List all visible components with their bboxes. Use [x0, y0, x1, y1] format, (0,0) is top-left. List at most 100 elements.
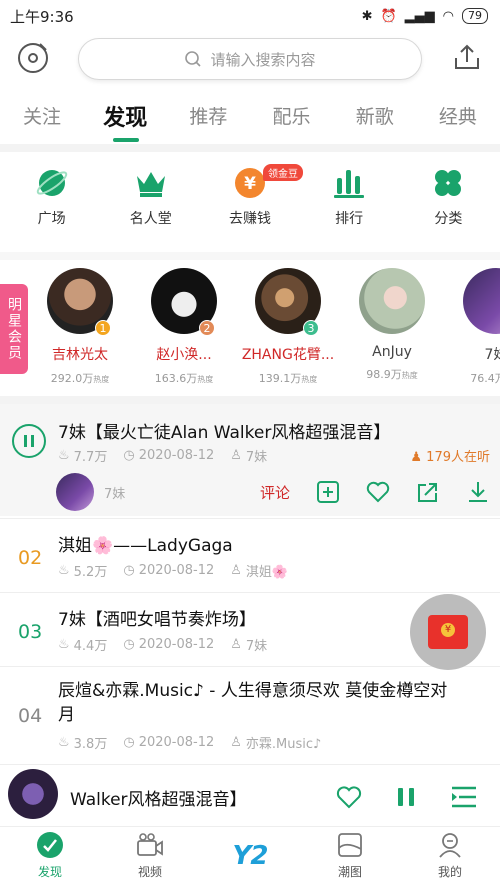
- upload-icon[interactable]: [452, 42, 482, 72]
- avatar: [359, 268, 425, 334]
- bar-chart-icon: [334, 170, 365, 198]
- star-members-row: 明星会员 1 吉林光太 292.0万热度 2 赵小涣... 163.6万热度 3…: [0, 262, 500, 394]
- disc-icon[interactable]: [16, 40, 50, 74]
- star-card[interactable]: 3 ZHANG花臂... 139.1万热度: [236, 268, 340, 386]
- album-cover[interactable]: [8, 769, 58, 819]
- category-hall-of-fame[interactable]: 名人堂: [111, 166, 191, 240]
- star-name: ZHANG花臂...: [241, 347, 335, 363]
- search-input[interactable]: 请输入搜索内容: [78, 38, 422, 80]
- category-classify[interactable]: 分类: [408, 166, 488, 240]
- nav-video[interactable]: 视频: [110, 827, 190, 889]
- download-icon[interactable]: [466, 480, 490, 504]
- heart-icon[interactable]: [336, 785, 362, 809]
- song-rank: 02: [18, 547, 43, 569]
- heart-icon[interactable]: [366, 480, 390, 504]
- star-name: AnJuy: [372, 344, 412, 360]
- user-icon: ♙: [230, 448, 242, 463]
- pause-icon[interactable]: [394, 785, 418, 809]
- player-title: Walker风格超强混音】: [70, 790, 247, 810]
- tab-new-songs[interactable]: 新歌: [353, 96, 397, 142]
- song-author: ♙ 7妹: [230, 637, 268, 654]
- song-date: ◷ 2020-08-12: [123, 563, 215, 578]
- song-meta: ♨ 3.8万 ◷ 2020-08-12 ♙ 亦霖.Music♪: [58, 733, 321, 752]
- star-hot: 139.1万热度: [258, 372, 318, 385]
- video-camera-icon: [137, 833, 163, 856]
- flame-icon: ♨: [58, 563, 70, 578]
- song-meta: ♨ 5.2万 ◷ 2020-08-12 ♙ 淇姐🌸: [58, 561, 288, 580]
- flame-icon: ♨: [58, 448, 70, 463]
- mini-player[interactable]: Walker风格超强混音】: [0, 764, 500, 826]
- song-actions: 7妹 评论: [56, 473, 490, 511]
- clock-icon: ◷: [123, 563, 135, 578]
- planet-icon: [36, 170, 67, 196]
- star-name: 赵小涣...: [156, 347, 212, 363]
- star-hot: 76.4万热度: [470, 372, 500, 385]
- wifi-icon: ◠: [442, 8, 454, 24]
- uploader-name[interactable]: 7妹: [104, 483, 260, 502]
- avatar: [463, 268, 500, 334]
- battery-icon: 79: [462, 8, 488, 24]
- song-meta: ♨ 7.7万 ◷ 2020-08-12 ♙ 7妹: [58, 446, 267, 465]
- header: 请输入搜索内容: [0, 36, 500, 84]
- pause-button[interactable]: [12, 424, 46, 458]
- nav-label: 视频: [137, 865, 162, 879]
- comment-button[interactable]: 评论: [260, 482, 290, 503]
- song-author: ♙ 7妹: [230, 448, 268, 465]
- svg-text:¥: ¥: [244, 174, 256, 194]
- person-icon: ♟: [410, 450, 423, 465]
- star-card[interactable]: 7妹 76.4万热度: [444, 268, 500, 386]
- profile-icon: [439, 833, 461, 858]
- red-envelope-icon: [428, 615, 468, 649]
- star-hot: 292.0万热度: [50, 372, 110, 385]
- discover-icon: [37, 832, 63, 858]
- tab-follow[interactable]: 关注: [20, 96, 64, 142]
- category-earn[interactable]: 领金豆 ¥ 去赚钱: [210, 164, 303, 240]
- song-author: ♙ 淇姐🌸: [230, 563, 289, 580]
- song-rank: 04: [18, 705, 43, 727]
- bonus-badge: 领金豆: [262, 164, 303, 181]
- tab-classic[interactable]: 经典: [436, 96, 480, 142]
- nav-label: 潮图: [337, 865, 362, 879]
- clock-icon: ◷: [123, 735, 135, 750]
- share-icon[interactable]: [416, 480, 440, 504]
- avatar: 3: [255, 268, 321, 336]
- vip-member-tag[interactable]: 明星会员: [0, 284, 28, 374]
- nav-trend-images[interactable]: 潮图: [310, 827, 390, 889]
- song-meta: ♨ 4.4万 ◷ 2020-08-12 ♙ 7妹: [58, 635, 267, 654]
- song-title: 7妹【酒吧女唱节奏炸场】: [58, 610, 256, 630]
- song-date: ◷ 2020-08-12: [123, 637, 215, 652]
- category-label: 名人堂: [129, 211, 172, 227]
- playlist-icon[interactable]: [450, 785, 478, 809]
- nav-discover[interactable]: 发现: [10, 827, 90, 889]
- song-item[interactable]: 02 淇姐🌸——LadyGaga ♨ 5.2万 ◷ 2020-08-12 ♙ 淇姐🌸: [0, 518, 500, 592]
- category-plaza[interactable]: 广场: [12, 166, 92, 240]
- category-label: 分类: [434, 211, 463, 227]
- red-packet-button[interactable]: [410, 594, 486, 670]
- alarm-icon: ⏰: [380, 8, 397, 24]
- add-to-playlist-icon[interactable]: [316, 480, 340, 504]
- flame-icon: ♨: [58, 637, 70, 652]
- clock-icon: ◷: [123, 637, 135, 652]
- image-icon: [338, 833, 362, 857]
- category-ranking[interactable]: 排行: [309, 166, 389, 240]
- star-card[interactable]: 2 赵小涣... 163.6万热度: [132, 268, 236, 386]
- star-card[interactable]: AnJuy 98.9万热度: [340, 268, 444, 382]
- status-time: 上午9:36: [10, 7, 74, 26]
- tab-discover[interactable]: 发现: [103, 96, 147, 142]
- rank-badge: 3: [303, 320, 319, 336]
- nav-y2[interactable]: Y2: [210, 827, 290, 889]
- song-item-playing[interactable]: 7妹【最火亡徒Alan Walker风格超强混音】 ♨ 7.7万 ◷ 2020-08…: [0, 404, 500, 516]
- tab-bar: 关注 发现 推荐 配乐 新歌 经典: [0, 96, 500, 142]
- clock-icon: ◷: [123, 448, 135, 463]
- star-name: 吉林光太: [52, 347, 108, 363]
- tab-recommend[interactable]: 推荐: [186, 96, 230, 142]
- divider: [0, 396, 500, 404]
- clover-icon: [435, 170, 462, 196]
- star-card[interactable]: 1 吉林光太 292.0万热度: [28, 268, 132, 386]
- tab-soundtrack[interactable]: 配乐: [270, 96, 314, 142]
- nav-mine[interactable]: 我的: [410, 827, 490, 889]
- flame-icon: ♨: [58, 735, 70, 750]
- avatar: 1: [47, 268, 113, 336]
- song-item[interactable]: 04 辰煊&亦霖.Music♪ - 人生得意须尽欢 莫使金樽空对月 ♨ 3.8万 …: [0, 666, 500, 764]
- uploader-avatar[interactable]: [56, 473, 94, 511]
